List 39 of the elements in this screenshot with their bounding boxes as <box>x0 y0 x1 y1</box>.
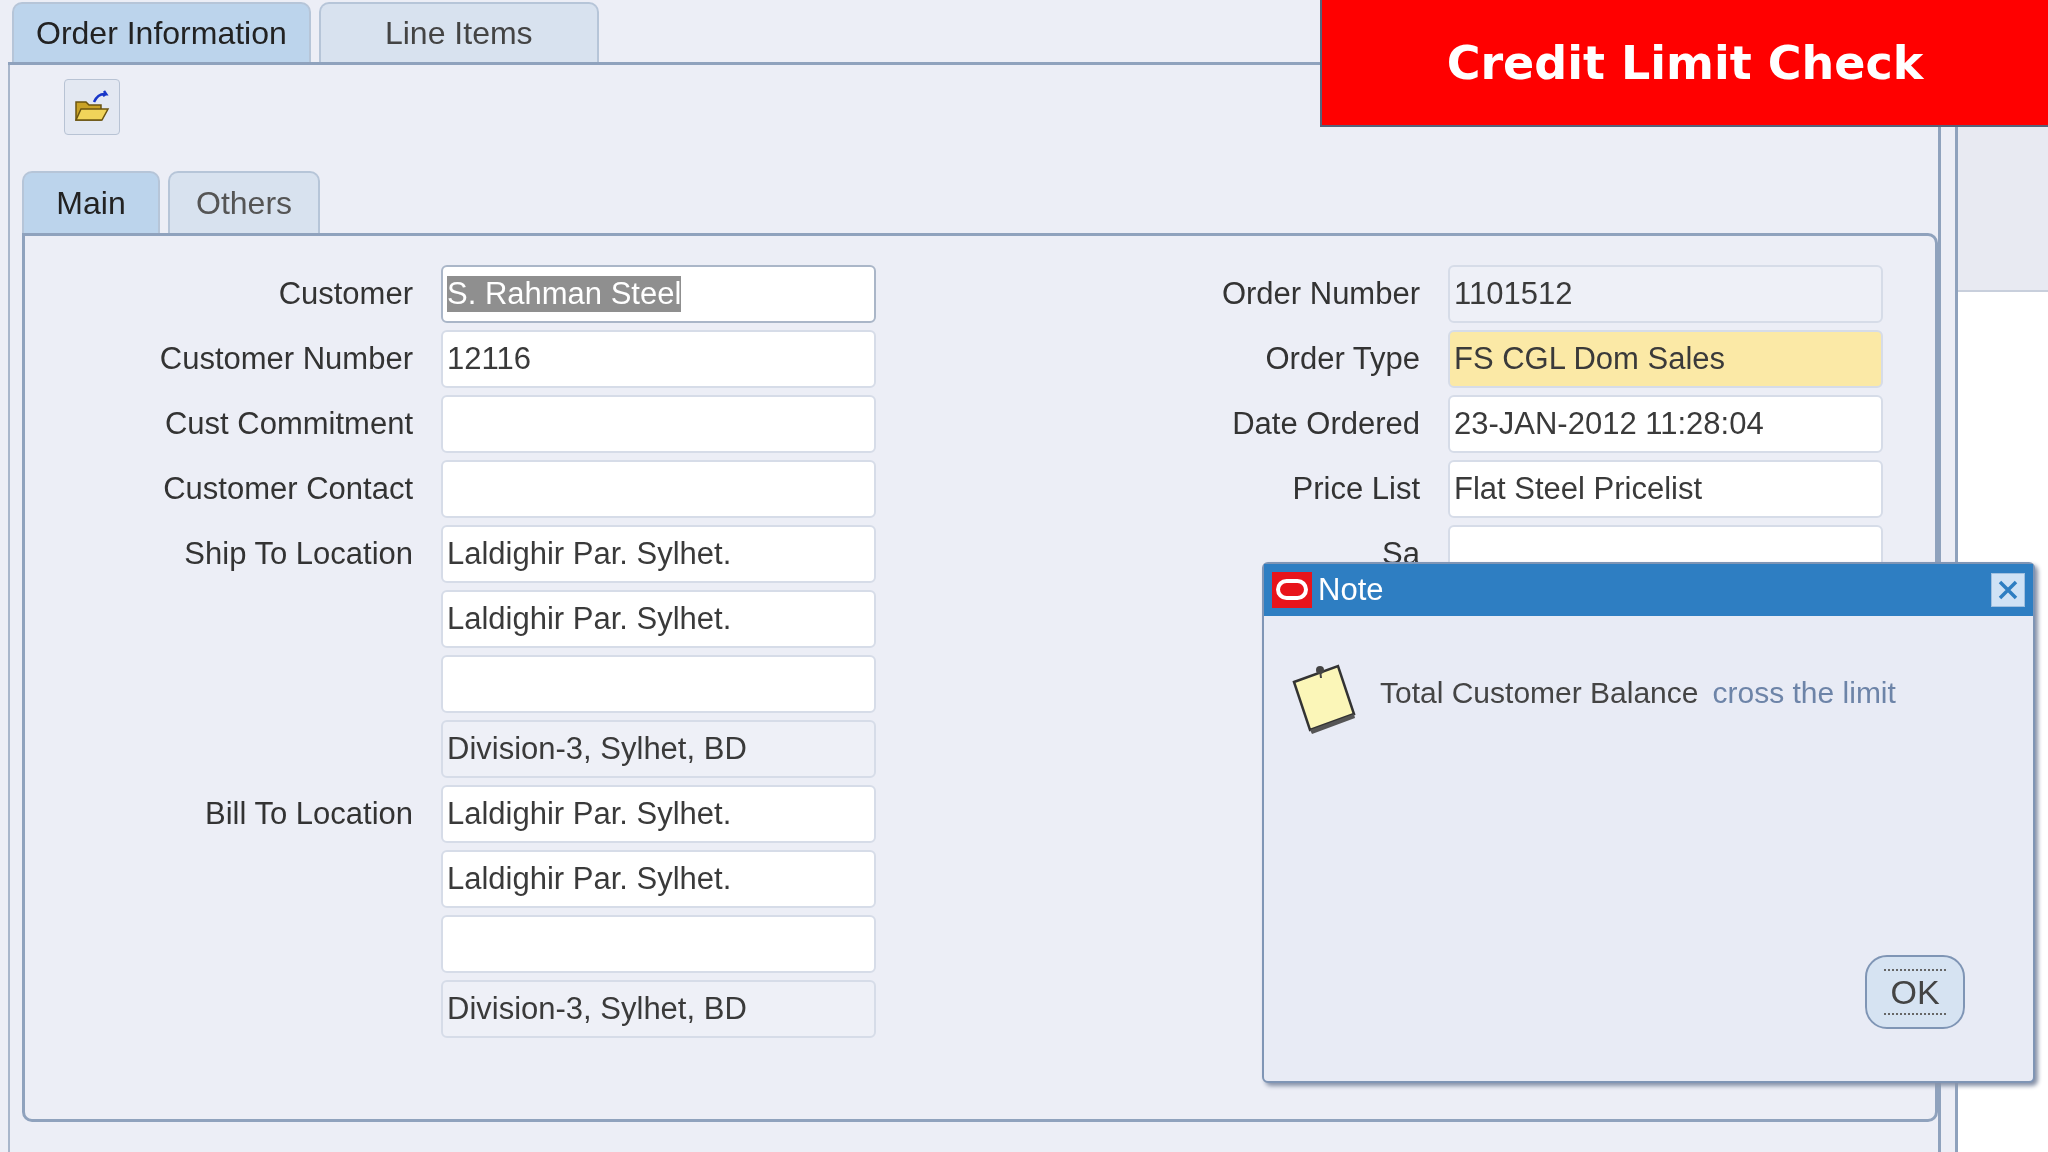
tab[interactable]: Main <box>22 171 160 233</box>
field-label: Customer Number <box>158 341 413 377</box>
open-folder-button[interactable] <box>64 79 120 135</box>
close-button[interactable] <box>1991 573 2025 607</box>
field-label: Ship To Location <box>183 536 413 572</box>
dialog-title: Note <box>1318 572 1385 608</box>
input-field[interactable]: Laldighir Par. Sylhet. <box>441 590 876 648</box>
tab[interactable]: Others <box>168 171 321 233</box>
field-label: Customer <box>277 276 413 312</box>
field-label: Order Type <box>1264 341 1420 377</box>
input-field[interactable]: Laldighir Par. Sylhet. <box>441 850 876 908</box>
input-field[interactable] <box>441 655 876 713</box>
input-field[interactable]: Laldighir Par. Sylhet. <box>441 785 876 843</box>
tab[interactable]: Order Information <box>12 2 311 62</box>
title-banner: Credit Limit Check <box>1320 0 2048 127</box>
input-field[interactable]: Division-3, Sylhet, BD <box>441 980 876 1038</box>
input-field[interactable] <box>441 460 876 518</box>
input-field[interactable] <box>441 915 876 973</box>
input-field[interactable]: Laldighir Par. Sylhet. <box>441 525 876 583</box>
input-field[interactable]: 1101512 <box>1448 265 1883 323</box>
field-label: Bill To Location <box>204 796 413 832</box>
message-text: Total Customer Balance <box>1380 676 1699 710</box>
app-logo-icon <box>1272 572 1312 608</box>
message-text: cross the limit <box>1712 676 1896 710</box>
field-label: Price List <box>1291 471 1420 507</box>
ok-button[interactable]: OK <box>1865 955 1965 1029</box>
field-label: Order Number <box>1220 276 1420 312</box>
input-field[interactable]: Division-3, Sylhet, BD <box>441 720 876 778</box>
input-field[interactable]: 12116 <box>441 330 876 388</box>
input-field[interactable]: FS CGL Dom Sales <box>1448 330 1883 388</box>
input-field[interactable]: 23-JAN-2012 11:28:04 <box>1448 395 1883 453</box>
folder-icon <box>74 90 110 124</box>
tab[interactable]: Line Items <box>318 2 599 62</box>
field-label: Cust Commitment <box>163 406 413 442</box>
input-field[interactable] <box>441 395 876 453</box>
input-field[interactable]: Flat Steel Pricelist <box>1448 460 1883 518</box>
field-label: Date Ordered <box>1231 406 1420 442</box>
close-icon <box>1996 578 2020 602</box>
field-label: Customer Contact <box>162 471 413 507</box>
